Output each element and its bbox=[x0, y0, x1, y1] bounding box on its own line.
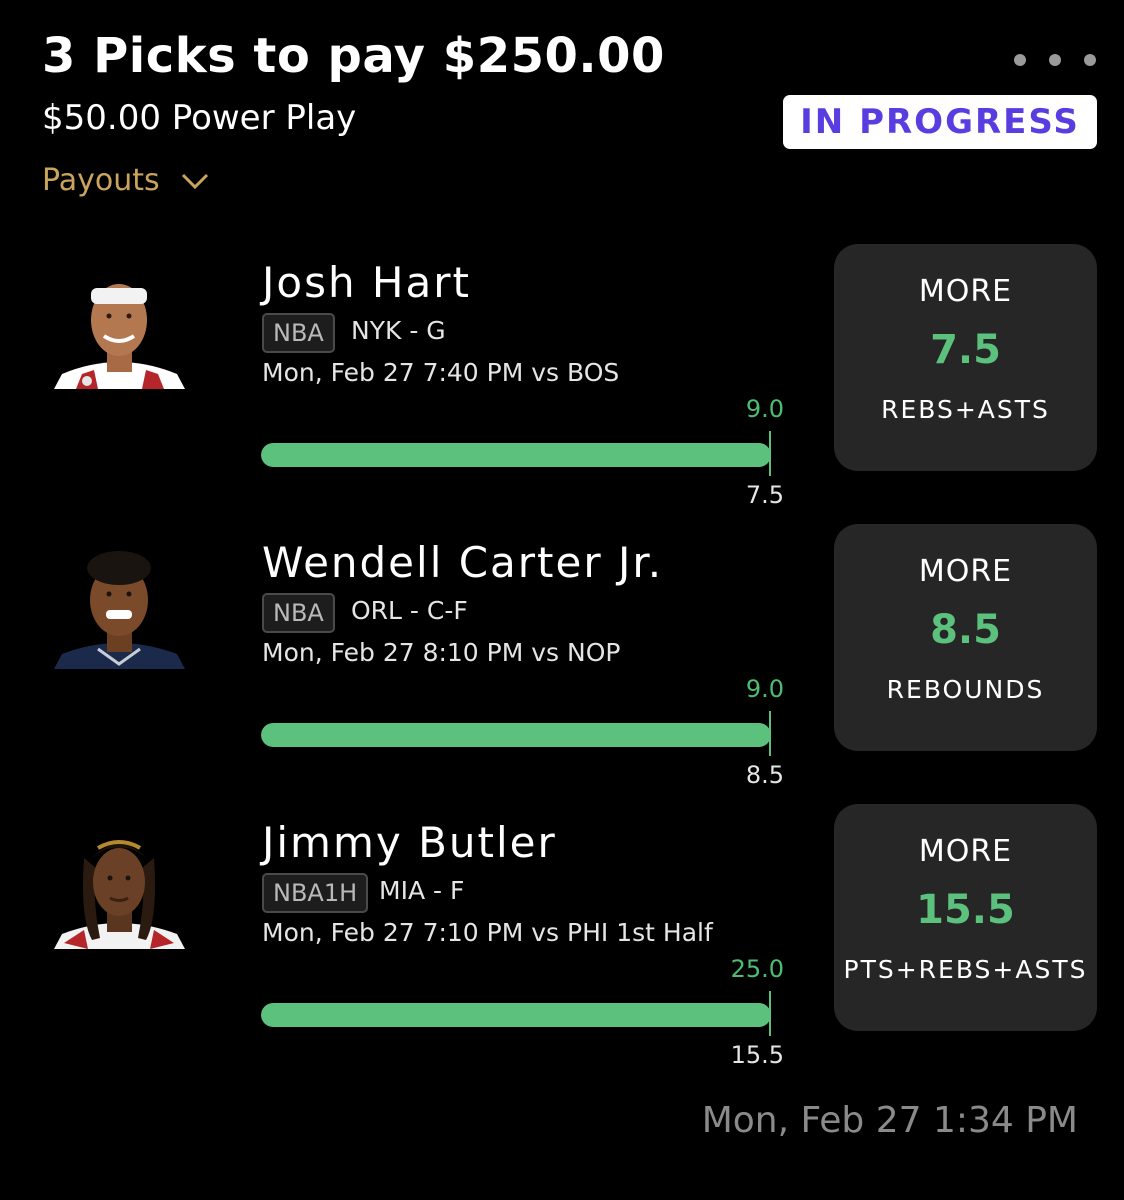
league-badge: NBA1H bbox=[262, 873, 369, 913]
pick-row: Jimmy Butler NBA1H MIA - F Mon, Feb 27 7… bbox=[0, 804, 1124, 1069]
pick-card[interactable]: MORE 15.5 PTS+REBS+ASTS bbox=[834, 804, 1097, 1031]
line-marker bbox=[769, 711, 771, 756]
team-position: MIA - F bbox=[379, 876, 465, 905]
player-name: Jimmy Butler bbox=[262, 818, 557, 867]
pick-direction: MORE bbox=[918, 554, 1013, 589]
pick-line: 15.5 bbox=[916, 887, 1015, 933]
pick-card[interactable]: MORE 7.5 REBS+ASTS bbox=[834, 244, 1097, 471]
pick-card[interactable]: MORE 8.5 REBOUNDS bbox=[834, 524, 1097, 751]
progress-bar bbox=[261, 1003, 771, 1027]
pick-row: Josh Hart NBA NYK - G Mon, Feb 27 7:40 P… bbox=[0, 244, 1124, 509]
team-position: ORL - C-F bbox=[351, 596, 468, 625]
pick-row: Wendell Carter Jr. NBA ORL - C-F Mon, Fe… bbox=[0, 524, 1124, 789]
player-name: Wendell Carter Jr. bbox=[262, 538, 664, 587]
game-info: Mon, Feb 27 7:40 PM vs BOS bbox=[262, 358, 620, 387]
stat-label: PTS+REBS+ASTS bbox=[843, 955, 1088, 984]
slip-title: 3 Picks to pay $250.00 bbox=[42, 28, 665, 84]
payouts-label: Payouts bbox=[42, 163, 160, 198]
line-value: 15.5 bbox=[730, 1041, 784, 1069]
more-options-icon[interactable] bbox=[1014, 52, 1096, 68]
player-avatar bbox=[54, 258, 185, 389]
progress-fill bbox=[261, 443, 771, 467]
stat-label: REBOUNDS bbox=[886, 675, 1045, 704]
line-marker bbox=[769, 431, 771, 476]
slip-subtitle: $50.00 Power Play bbox=[42, 98, 357, 138]
game-info: Mon, Feb 27 8:10 PM vs NOP bbox=[262, 638, 621, 667]
status-badge: IN PROGRESS bbox=[783, 95, 1097, 149]
league-badge: NBA bbox=[262, 593, 335, 633]
line-marker bbox=[769, 991, 771, 1036]
league-badge: NBA bbox=[262, 313, 335, 353]
line-value: 8.5 bbox=[745, 761, 784, 789]
progress-bar bbox=[261, 443, 771, 467]
payouts-toggle[interactable]: Payouts bbox=[42, 163, 210, 198]
footer-timestamp: Mon, Feb 27 1:34 PM bbox=[701, 1100, 1078, 1141]
team-position: NYK - G bbox=[351, 316, 446, 345]
progress-bar bbox=[261, 723, 771, 747]
player-avatar bbox=[54, 538, 185, 669]
progress-fill bbox=[261, 723, 771, 747]
game-info: Mon, Feb 27 7:10 PM vs PHI 1st Half bbox=[262, 918, 713, 947]
chevron-down-icon bbox=[181, 173, 208, 189]
line-value: 7.5 bbox=[745, 481, 784, 509]
actual-value: 9.0 bbox=[745, 675, 784, 703]
actual-value: 25.0 bbox=[730, 955, 784, 983]
player-avatar bbox=[54, 818, 185, 949]
pick-direction: MORE bbox=[918, 834, 1013, 869]
player-name: Josh Hart bbox=[262, 258, 471, 307]
stat-label: REBS+ASTS bbox=[881, 395, 1050, 424]
actual-value: 9.0 bbox=[745, 395, 784, 423]
pick-direction: MORE bbox=[918, 274, 1013, 309]
progress-fill bbox=[261, 1003, 771, 1027]
pick-line: 7.5 bbox=[930, 327, 1001, 373]
pick-line: 8.5 bbox=[930, 607, 1001, 653]
